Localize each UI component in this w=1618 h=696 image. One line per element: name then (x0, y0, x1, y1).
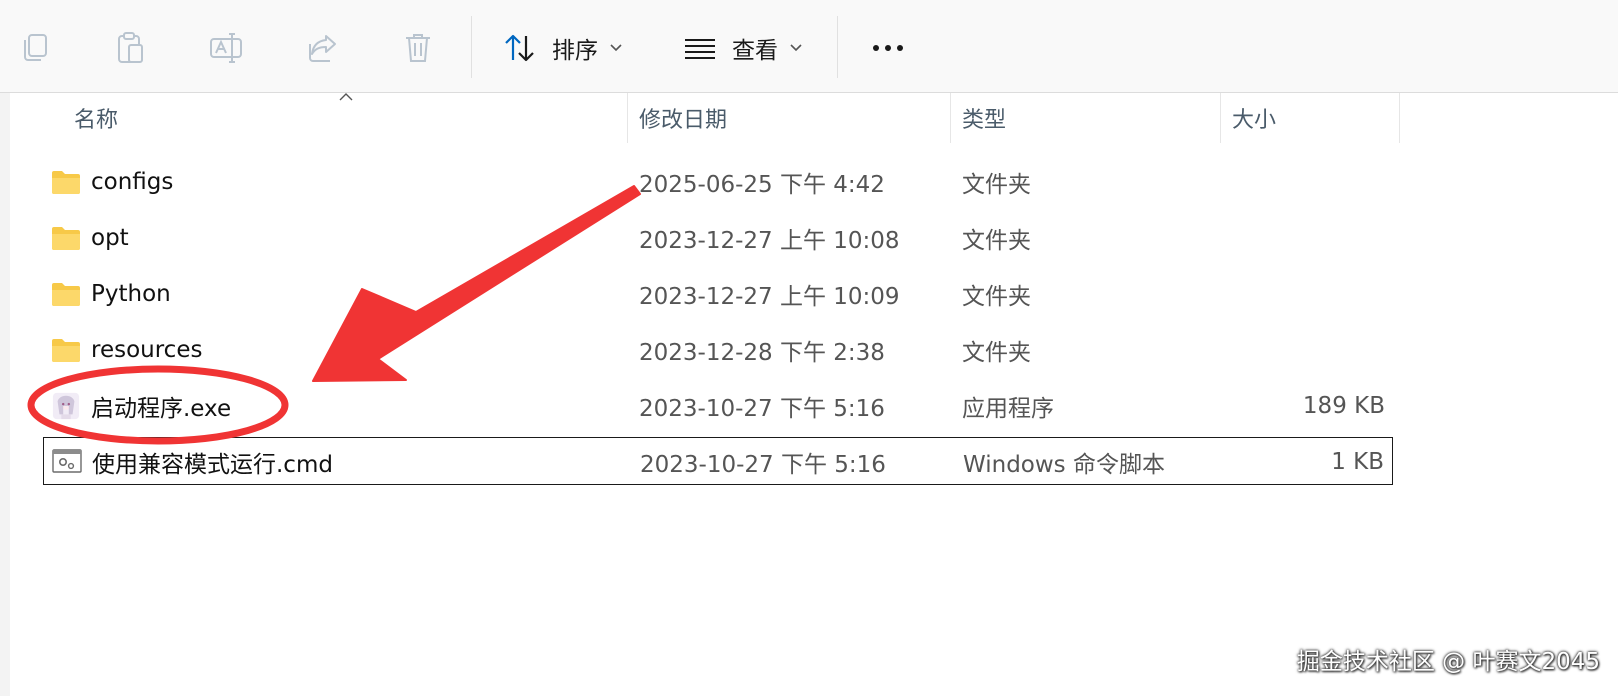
file-row[interactable]: Python 2023-12-27 上午 10:09 文件夹 (43, 270, 1393, 318)
file-row[interactable]: resources 2023-12-28 下午 2:38 文件夹 (43, 326, 1393, 374)
file-date: 2023-12-27 上午 10:09 (639, 284, 900, 310)
column-header-type[interactable]: 类型 (962, 93, 1006, 143)
copy-icon[interactable] (16, 28, 56, 68)
file-date: 2023-10-27 下午 5:16 (640, 452, 886, 478)
column-header-name[interactable]: 名称 (74, 93, 118, 143)
folder-icon (52, 283, 80, 306)
delete-icon[interactable] (398, 28, 438, 68)
file-row[interactable]: configs 2025-06-25 下午 4:42 文件夹 (43, 158, 1393, 206)
file-date: 2023-10-27 下午 5:16 (639, 396, 885, 422)
navigation-pane-edge (0, 93, 10, 696)
file-row[interactable]: 启动程序.exe 2023-10-27 下午 5:16 应用程序 189 KB (43, 382, 1393, 430)
file-type: 文件夹 (962, 340, 1031, 366)
file-type: 文件夹 (962, 172, 1031, 198)
folder-icon (52, 171, 80, 194)
chevron-down-icon (610, 44, 622, 52)
file-row[interactable]: opt 2023-12-27 上午 10:08 文件夹 (43, 214, 1393, 262)
sort-label: 排序 (552, 38, 598, 64)
sort-button[interactable]: 排序 (502, 24, 622, 72)
file-size: 1 KB (1331, 449, 1384, 475)
column-divider[interactable] (1220, 93, 1221, 143)
file-type: 文件夹 (962, 228, 1031, 254)
file-date: 2023-12-28 下午 2:38 (639, 340, 885, 366)
column-header-date[interactable]: 修改日期 (639, 93, 727, 143)
paste-icon[interactable] (110, 28, 150, 68)
file-type: Windows 命令脚本 (963, 452, 1165, 478)
sort-ascending-indicator-icon (339, 93, 353, 101)
more-dot-icon (885, 45, 891, 51)
toolbar-separator (837, 16, 838, 78)
folder-icon (52, 227, 80, 250)
more-dot-icon (897, 45, 903, 51)
file-name: resources (91, 337, 203, 363)
file-name: 启动程序.exe (91, 396, 232, 422)
column-divider[interactable] (950, 93, 951, 143)
view-list-icon (685, 39, 715, 59)
file-date: 2025-06-25 下午 4:42 (639, 172, 885, 198)
toolbar-separator (471, 16, 472, 78)
file-name: Python (91, 281, 171, 307)
file-size: 189 KB (1302, 393, 1385, 419)
rename-icon[interactable] (206, 28, 246, 68)
column-divider[interactable] (1399, 93, 1400, 143)
column-divider[interactable] (627, 93, 628, 143)
watermark: 掘金技术社区 @ 叶赛文2045 (1296, 649, 1600, 675)
more-dot-icon (873, 45, 879, 51)
more-options-button[interactable] (868, 32, 908, 64)
cmd-script-icon (52, 449, 82, 473)
column-header-size[interactable]: 大小 (1232, 93, 1276, 143)
file-type: 应用程序 (962, 396, 1054, 422)
file-row-selected[interactable]: 使用兼容模式运行.cmd 2023-10-27 下午 5:16 Windows … (43, 437, 1393, 485)
app-icon (52, 392, 80, 420)
view-button[interactable]: 查看 (682, 24, 802, 72)
folder-icon (52, 339, 80, 362)
sort-icon (505, 34, 534, 62)
share-icon[interactable] (302, 28, 342, 68)
file-name: opt (91, 225, 129, 251)
chevron-down-icon (790, 44, 802, 52)
file-type: 文件夹 (962, 284, 1031, 310)
file-date: 2023-12-27 上午 10:08 (639, 228, 900, 254)
file-name: configs (91, 169, 174, 195)
view-label: 查看 (732, 38, 778, 64)
command-bar: 排序 查看 (0, 0, 1618, 93)
file-name: 使用兼容模式运行.cmd (92, 452, 333, 478)
